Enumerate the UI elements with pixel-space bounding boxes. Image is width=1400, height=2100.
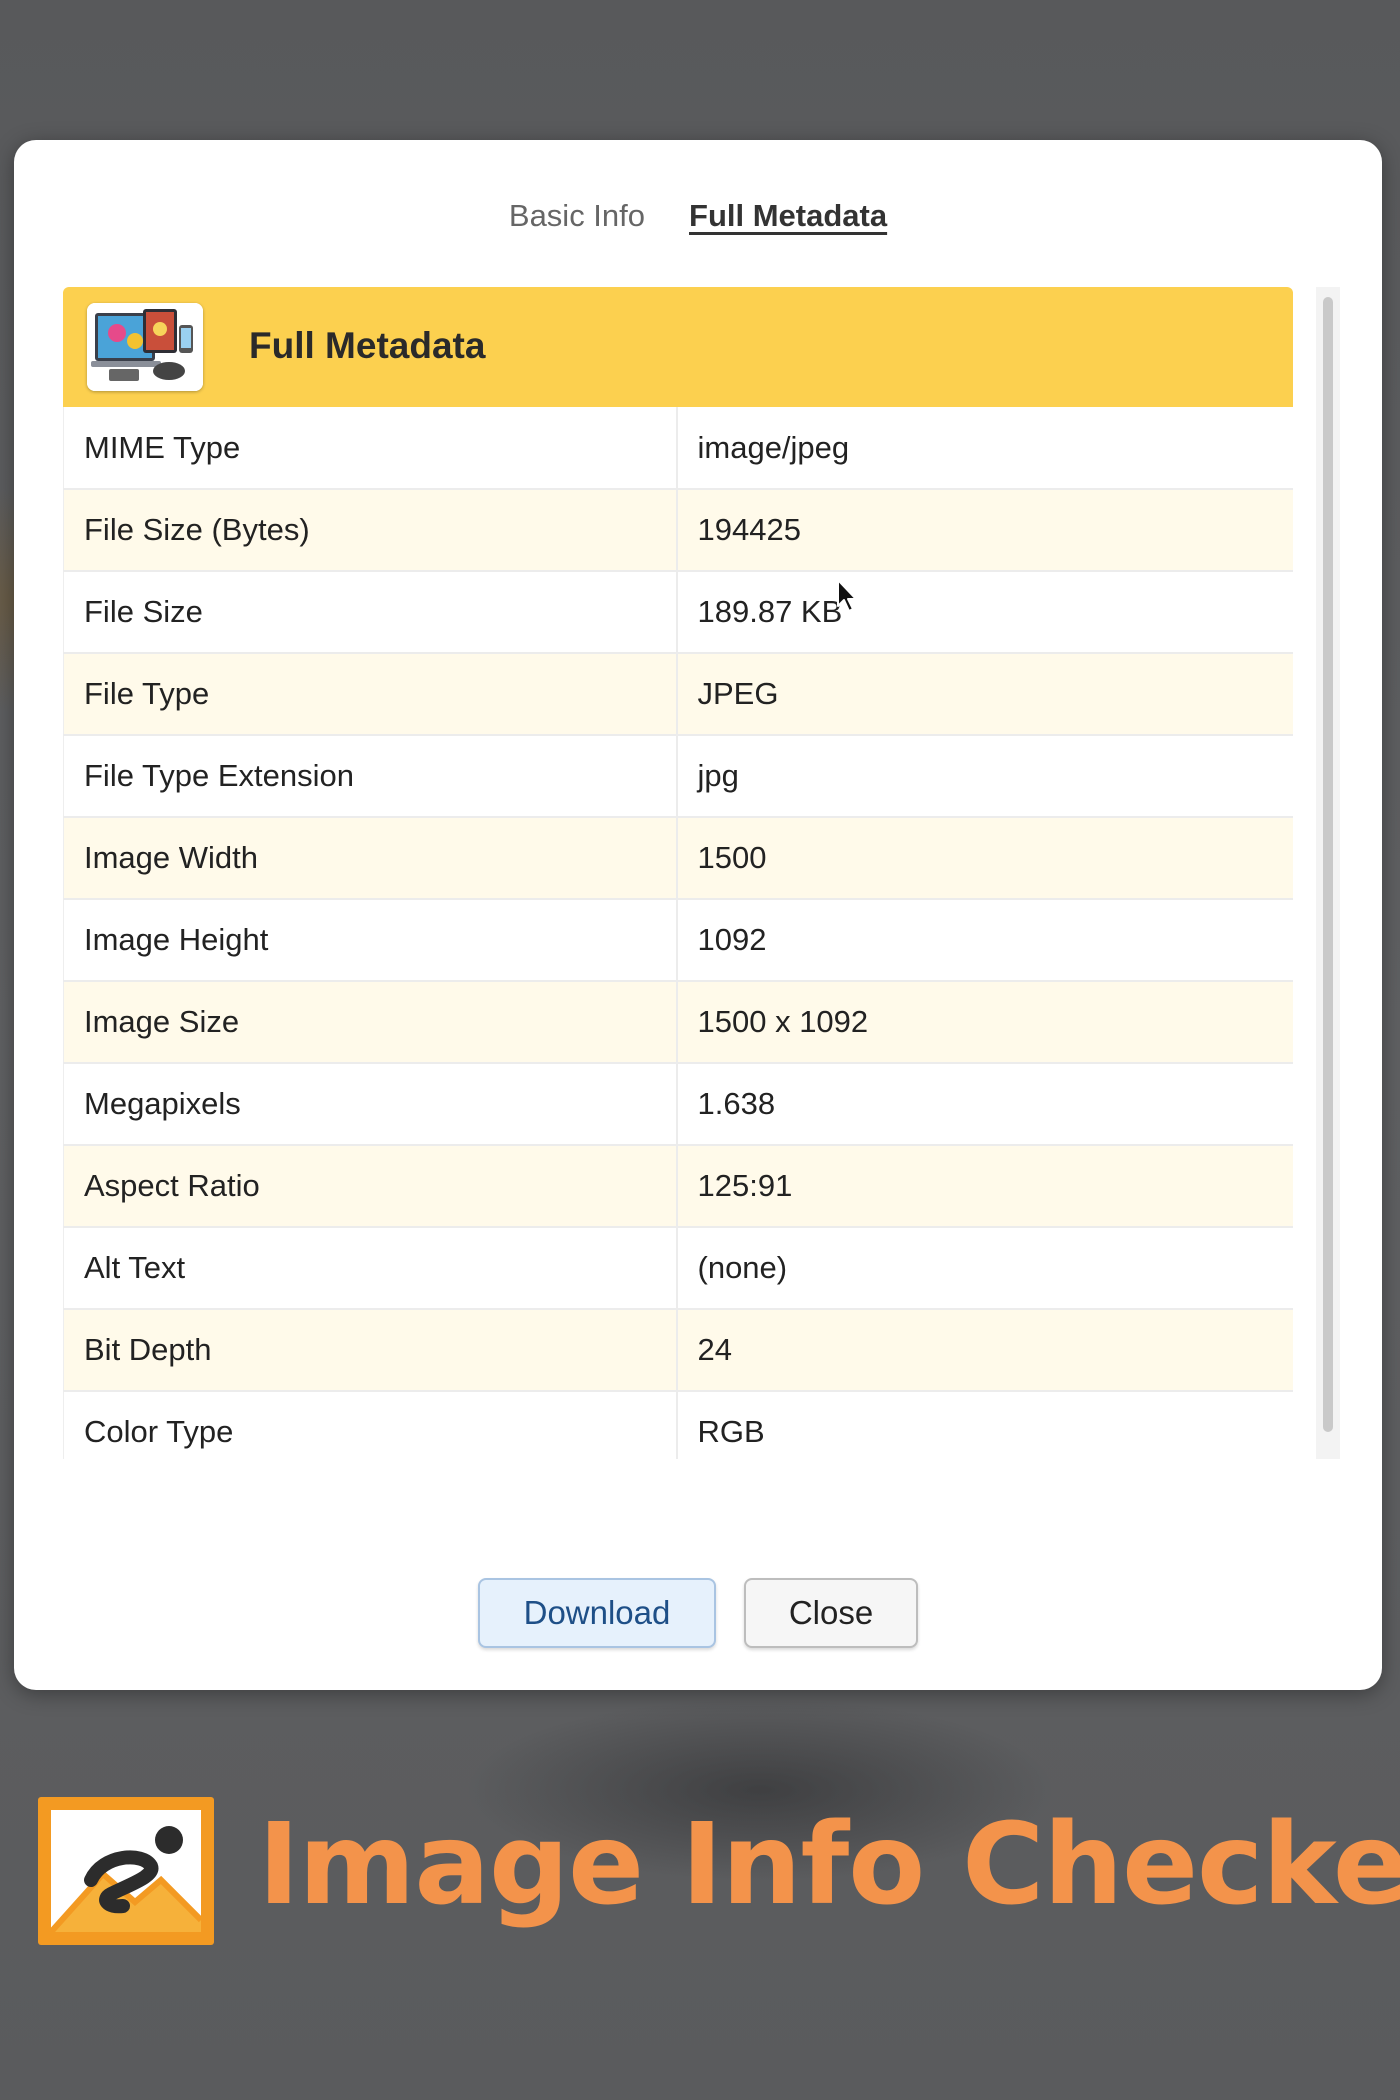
metadata-value: JPEG	[676, 653, 1293, 736]
metadata-value: 1092	[676, 899, 1293, 982]
table-row: Alt Text (none)	[63, 1227, 1293, 1310]
metadata-value: 189.87 KB	[676, 571, 1293, 654]
table-row: Image Height 1092	[63, 899, 1293, 982]
table-row: Aspect Ratio 125:91	[63, 1145, 1293, 1228]
metadata-key: Image Width	[63, 817, 678, 900]
metadata-header-title: Full Metadata	[249, 325, 486, 366]
table-row: MIME Type image/jpeg	[63, 407, 1293, 490]
metadata-key: Alt Text	[63, 1227, 678, 1310]
metadata-value: 194425	[676, 489, 1293, 572]
mouse-pointer-icon	[836, 578, 860, 614]
metadata-dialog: Basic Info Full Metadata Full Metadata M…	[14, 140, 1382, 1690]
metadata-key: File Size (Bytes)	[63, 489, 678, 572]
metadata-key: File Size	[63, 571, 678, 654]
metadata-value: RGB	[676, 1391, 1293, 1459]
tab-full-metadata[interactable]: Full Metadata	[689, 198, 887, 234]
metadata-value: (none)	[676, 1227, 1293, 1310]
image-info-checker-logo-icon	[38, 1797, 214, 1945]
table-row: Bit Depth 24	[63, 1309, 1293, 1392]
scrollbar-thumb[interactable]	[1323, 297, 1333, 1432]
metadata-key: Bit Depth	[63, 1309, 678, 1392]
dialog-actions: Download Close	[14, 1578, 1382, 1648]
table-row: File Type JPEG	[63, 653, 1293, 736]
metadata-value: image/jpeg	[676, 407, 1293, 490]
metadata-key: File Type	[63, 653, 678, 736]
metadata-panel[interactable]: Full Metadata MIME Type image/jpeg File …	[63, 287, 1309, 1459]
metadata-key: File Type Extension	[63, 735, 678, 818]
brand-name: Image Info Checker	[258, 1800, 1400, 1930]
table-row: Image Width 1500	[63, 817, 1293, 900]
metadata-key: Image Size	[63, 981, 678, 1064]
table-row: File Size (Bytes) 194425	[63, 489, 1293, 572]
metadata-key: Megapixels	[63, 1063, 678, 1146]
metadata-key: Color Type	[63, 1391, 678, 1459]
metadata-value: 1500	[676, 817, 1293, 900]
metadata-key: MIME Type	[63, 407, 678, 490]
close-button[interactable]: Close	[744, 1578, 918, 1648]
download-button[interactable]: Download	[478, 1578, 716, 1648]
metadata-value: 1500 x 1092	[676, 981, 1293, 1064]
metadata-header: Full Metadata	[63, 287, 1293, 407]
metadata-value: jpg	[676, 735, 1293, 818]
metadata-value: 24	[676, 1309, 1293, 1392]
table-row: Megapixels 1.638	[63, 1063, 1293, 1146]
tab-basic-info[interactable]: Basic Info	[509, 198, 645, 234]
metadata-table: MIME Type image/jpeg File Size (Bytes) 1…	[63, 407, 1293, 1459]
tab-bar: Basic Info Full Metadata	[14, 198, 1382, 234]
device-collage-thumbnail-icon	[87, 303, 203, 391]
metadata-scrollbar[interactable]	[1316, 287, 1340, 1459]
table-row: File Size 189.87 KB	[63, 571, 1293, 654]
table-row: Image Size 1500 x 1092	[63, 981, 1293, 1064]
metadata-key: Aspect Ratio	[63, 1145, 678, 1228]
table-row: File Type Extension jpg	[63, 735, 1293, 818]
metadata-key: Image Height	[63, 899, 678, 982]
metadata-value: 1.638	[676, 1063, 1293, 1146]
table-row: Color Type RGB	[63, 1391, 1293, 1459]
metadata-value: 125:91	[676, 1145, 1293, 1228]
